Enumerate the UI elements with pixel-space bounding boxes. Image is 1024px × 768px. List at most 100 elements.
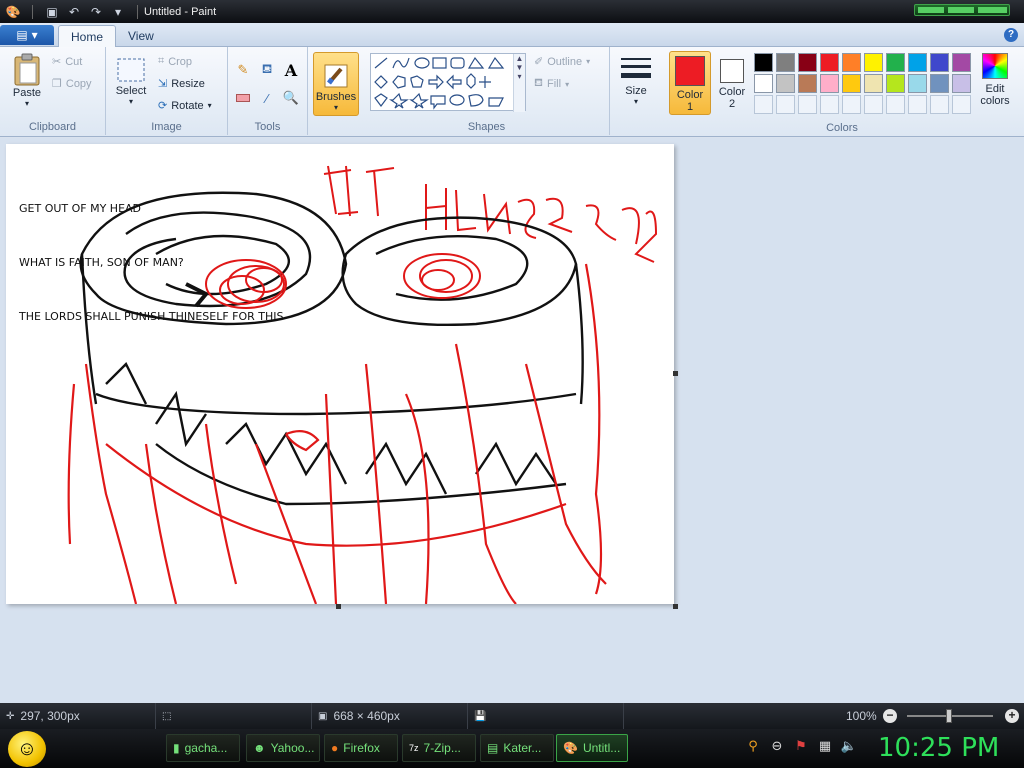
drawing-canvas[interactable]: GET OUT OF MY HEAD WHAT IS FAITH, SON OF…: [6, 144, 674, 604]
palette-swatch[interactable]: [798, 53, 817, 72]
colors-group-label: Colors: [826, 122, 858, 134]
palette-swatch[interactable]: [908, 95, 927, 114]
task-kater[interactable]: ▤ Kater...: [480, 734, 554, 762]
tab-home[interactable]: Home: [58, 25, 117, 47]
palette-swatch[interactable]: [864, 74, 883, 93]
start-button[interactable]: ☺: [8, 731, 46, 767]
flag-icon[interactable]: ⚑: [792, 737, 810, 755]
search-icon[interactable]: ⚲: [744, 737, 762, 755]
palette-swatch[interactable]: [886, 74, 905, 93]
resize-handle-right[interactable]: [673, 371, 678, 376]
color2-button[interactable]: Color 2: [715, 51, 749, 115]
title-bar: 🎨 ▣ ↶ ↷ ▾ Untitled - Paint: [0, 0, 1024, 23]
palette-swatch[interactable]: [842, 95, 861, 114]
palette-swatch[interactable]: [798, 74, 817, 93]
text-tool[interactable]: A: [280, 59, 302, 81]
palette-swatch[interactable]: [842, 74, 861, 93]
palette-swatch[interactable]: [798, 95, 817, 114]
status-bar: ✛ 297, 300px ⬚ ▣ 668 × 460px 💾 100% − +: [0, 703, 1024, 729]
palette-swatch[interactable]: [952, 53, 971, 72]
pencil-tool[interactable]: ✎: [232, 59, 254, 81]
color2-swatch: [720, 59, 744, 83]
palette-swatch[interactable]: [930, 95, 949, 114]
palette-swatch[interactable]: [776, 74, 795, 93]
size-button[interactable]: Size ▾: [617, 55, 655, 106]
color-picker-tool[interactable]: ⁄: [256, 87, 278, 109]
palette-swatch[interactable]: [886, 95, 905, 114]
clock[interactable]: 10:25 PM: [878, 733, 999, 763]
task-label: 7-Zip...: [423, 741, 461, 755]
zoom-slider-thumb[interactable]: [946, 709, 952, 723]
palette-swatch[interactable]: [820, 74, 839, 93]
color2-label: Color: [718, 86, 746, 98]
cut-button[interactable]: ✂ Cut: [52, 55, 82, 69]
zoom-in-button[interactable]: +: [1005, 709, 1019, 723]
palette-swatch[interactable]: [864, 53, 883, 72]
edit-colors-label-2: colors: [980, 95, 1010, 107]
color1-button[interactable]: Color 1: [669, 51, 711, 115]
paint-app-icon[interactable]: 🎨: [4, 4, 22, 20]
save-icon[interactable]: ▣: [43, 4, 61, 20]
fill-button[interactable]: ⛾ Fill ▾: [534, 77, 569, 91]
resize-handle-bottom[interactable]: [336, 604, 341, 609]
palette-swatch[interactable]: [820, 95, 839, 114]
image-group-label: Image: [151, 121, 182, 133]
palette-swatch[interactable]: [754, 53, 773, 72]
palette-swatch[interactable]: [930, 53, 949, 72]
eraser-tool[interactable]: [232, 87, 254, 109]
task-firefox[interactable]: ● Firefox: [324, 734, 398, 762]
outline-button[interactable]: ✐ Outline ▾: [534, 55, 590, 69]
palette-swatch[interactable]: [908, 53, 927, 72]
fill-tool[interactable]: ⛾: [256, 59, 278, 81]
task-label: Firefox: [343, 741, 380, 755]
palette-swatch[interactable]: [886, 53, 905, 72]
crop-button[interactable]: ⌗ Crop: [158, 55, 192, 68]
palette-swatch[interactable]: [908, 74, 927, 93]
volume-icon[interactable]: 🔈: [840, 737, 858, 755]
palette-swatch[interactable]: [952, 95, 971, 114]
palette-swatch[interactable]: [776, 95, 795, 114]
tab-view[interactable]: View: [116, 25, 166, 47]
window-title: Untitled - Paint: [144, 5, 217, 18]
paint-icon: 🎨: [563, 741, 578, 755]
resize-button[interactable]: ⇲ Resize: [158, 77, 205, 91]
minimize-icon[interactable]: [918, 7, 944, 13]
copy-button[interactable]: ❐ Copy: [52, 77, 92, 91]
palette-swatch[interactable]: [754, 74, 773, 93]
customize-qa-icon[interactable]: ▾: [109, 4, 127, 20]
palette-swatch[interactable]: [820, 53, 839, 72]
magnifier-tool[interactable]: 🔍: [280, 87, 302, 109]
task-7zip[interactable]: 7z 7-Zip...: [402, 734, 476, 762]
paste-button[interactable]: Paste ▾: [8, 53, 46, 108]
palette-swatch[interactable]: [864, 95, 883, 114]
task-gacha[interactable]: ▮ gacha...: [166, 734, 240, 762]
edit-colors-button[interactable]: Edit colors: [978, 53, 1012, 117]
select-label: Select: [115, 85, 147, 97]
palette-swatch[interactable]: [754, 95, 773, 114]
brushes-button[interactable]: Brushes ▾: [313, 52, 359, 116]
palette-swatch[interactable]: [930, 74, 949, 93]
minus-circle-icon[interactable]: ⊖: [768, 737, 786, 755]
window-controls[interactable]: [914, 4, 1010, 16]
zoom-out-button[interactable]: −: [883, 709, 897, 723]
palette-swatch[interactable]: [842, 53, 861, 72]
shapes-scroll[interactable]: ▲ ▼ ▾: [513, 54, 525, 112]
resize-handle-corner[interactable]: [673, 604, 678, 609]
task-paint[interactable]: 🎨 Untitl...: [556, 734, 628, 762]
palette-swatch[interactable]: [952, 74, 971, 93]
maximize-icon[interactable]: [948, 7, 974, 13]
close-icon[interactable]: [978, 7, 1007, 13]
select-button[interactable]: Select ▾: [114, 55, 148, 106]
fill-label: Fill: [547, 78, 562, 90]
network-icon[interactable]: ▦: [816, 737, 834, 755]
paint-menu-button[interactable]: ▤ ▾: [0, 25, 54, 45]
undo-icon[interactable]: ↶: [65, 4, 83, 20]
rotate-button[interactable]: ⟳ Rotate ▾: [158, 99, 212, 113]
redo-icon[interactable]: ↷: [87, 4, 105, 20]
quick-access-toolbar: 🎨 ▣ ↶ ↷ ▾: [0, 4, 144, 20]
task-yahoo[interactable]: ☻ Yahoo...: [246, 734, 320, 762]
help-icon[interactable]: ?: [1004, 28, 1018, 42]
palette-swatch[interactable]: [776, 53, 795, 72]
resize-icon: ⇲: [158, 78, 168, 90]
selection-icon: ⬚: [162, 710, 172, 722]
